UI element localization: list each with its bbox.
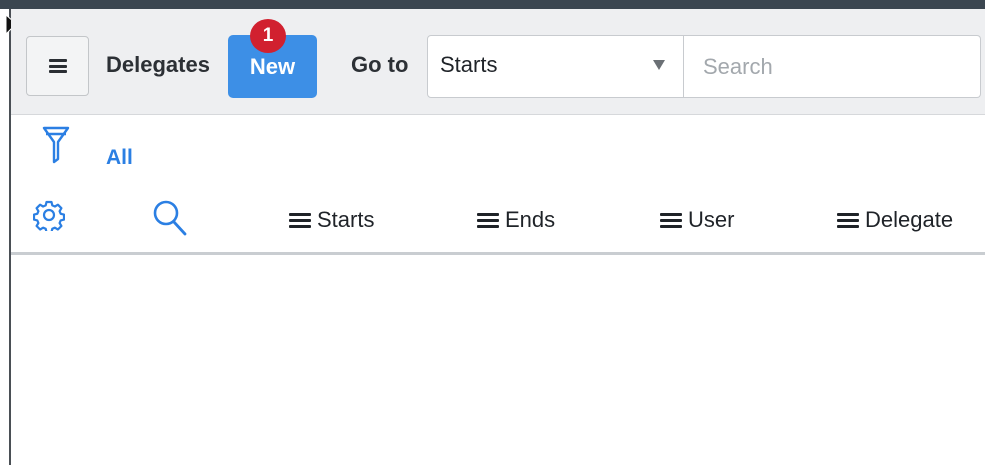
list-toolbar: Delegates 1 New Go to Starts [11,9,985,115]
window-top-bar [0,0,985,9]
column-label: Ends [505,207,556,232]
column-header-user[interactable]: User [660,207,734,233]
triangle-down-icon [653,60,665,70]
list-title: Delegates [106,52,210,77]
column-context-menu-icon [289,212,311,228]
column-context-menu-icon [660,212,682,228]
search-input[interactable] [684,35,981,98]
column-context-menu-icon [477,212,499,228]
header-divider [11,252,985,255]
goto-field-select[interactable]: Starts [427,35,684,98]
filter-breadcrumb-all[interactable]: All [106,146,133,170]
column-label: Delegate [865,207,954,232]
column-header-ends[interactable]: Ends [477,207,555,233]
hamburger-menu-icon [48,59,67,73]
notification-badge: 1 [250,19,286,53]
column-header-delegate[interactable]: Delegate [837,207,953,233]
gear-icon[interactable] [33,199,65,231]
funnel-filter-icon[interactable] [42,125,70,165]
context-menu-button[interactable] [26,36,89,96]
column-label: Starts [317,207,375,232]
goto-select-value: Starts [440,52,498,77]
column-label: User [688,207,735,232]
magnifier-search-icon[interactable] [152,199,188,237]
column-header-starts[interactable]: Starts [289,207,374,233]
goto-label: Go to [351,52,409,77]
column-context-menu-icon [837,212,859,228]
